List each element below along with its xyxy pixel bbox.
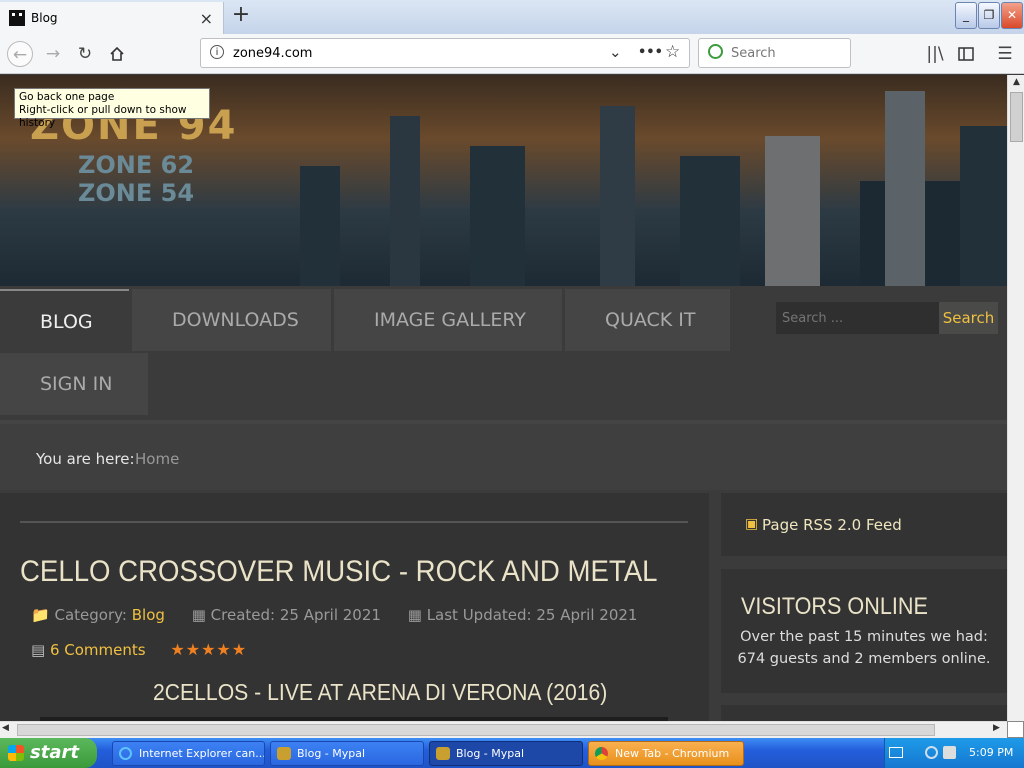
rss-link[interactable]: Page RSS 2.0 Feed — [762, 516, 902, 534]
updated-date: Last Updated: 25 April 2021 — [426, 606, 638, 624]
star-icon[interactable]: ★ — [216, 640, 231, 659]
site-search-button[interactable]: Search — [939, 302, 998, 334]
article-title[interactable]: CELLO CROSSOVER MUSIC - ROCK AND METAL — [20, 555, 657, 589]
reload-button[interactable]: ↻ — [72, 41, 98, 67]
horizontal-scroll-thumb[interactable] — [17, 724, 935, 736]
visitors-module: VISITORS ONLINE Over the past 15 minutes… — [721, 569, 1007, 693]
window-close-button[interactable]: ✕ — [1001, 2, 1023, 29]
sidebar-icon[interactable] — [953, 41, 979, 67]
site-search-input[interactable] — [776, 302, 939, 334]
web-page: ZONE 94 ZONE 62 ZONE 54 BLOG DOWNLOADS I… — [0, 75, 1007, 721]
article-subtitle: 2CELLOS - LIVE AT ARENA DI VERONA (2016) — [153, 679, 608, 705]
scroll-left-icon[interactable]: ◀ — [2, 723, 9, 733]
taskbar-item-label: Internet Explorer can... — [139, 747, 265, 760]
vertical-scroll-thumb[interactable] — [1010, 92, 1023, 142]
comments-link[interactable]: 6 Comments — [50, 641, 146, 659]
forward-button[interactable]: → — [40, 41, 66, 67]
rss-module: ▣ Page RSS 2.0 Feed — [721, 493, 1007, 556]
comments-row: ▤ 6 Comments ★★★★★ — [31, 640, 247, 659]
calendar-icon: ▦ — [191, 606, 206, 624]
home-icon — [110, 46, 124, 61]
star-icon[interactable]: ★ — [186, 640, 201, 659]
rating-stars[interactable]: ★★★★★ — [170, 640, 247, 659]
page-actions-icon[interactable]: ••• — [638, 45, 663, 60]
menu-item-quack-it[interactable]: QUACK IT — [565, 289, 730, 351]
article-area: CELLO CROSSOVER MUSIC - ROCK AND METAL 📁… — [0, 493, 709, 721]
mypal-icon — [436, 747, 450, 760]
menu-hamburger-icon[interactable]: ☰ — [992, 41, 1018, 67]
breadcrumb-home-link[interactable]: Home — [135, 450, 179, 468]
taskbar-item-label: New Tab - Chromium — [615, 747, 730, 760]
folder-icon: 📁 — [31, 606, 50, 624]
site-favicon-icon — [9, 10, 25, 26]
zone62-logo-text: ZONE 62 — [78, 151, 195, 179]
library-icon[interactable]: ||\ — [922, 41, 948, 67]
system-tray: 5:09 PM — [884, 738, 1024, 768]
menu-item-downloads[interactable]: DOWNLOADS — [132, 289, 331, 351]
network-icon[interactable] — [925, 746, 938, 759]
main-menu: BLOG DOWNLOADS IMAGE GALLERY QUACK IT SI… — [0, 286, 1007, 416]
menu-item-sign-in[interactable]: SIGN IN — [0, 353, 148, 415]
start-label: start — [30, 742, 79, 763]
tab-title: Blog — [31, 11, 58, 25]
start-button[interactable]: start — [0, 738, 97, 768]
article-divider — [20, 521, 688, 523]
chevron-down-icon[interactable]: ⌄ — [609, 43, 622, 61]
browser-search-placeholder: Search — [731, 46, 776, 61]
search-engine-icon — [708, 44, 723, 59]
category-label: Category: — [54, 606, 127, 624]
mypal-icon — [277, 747, 291, 760]
horizontal-scrollbar[interactable]: ◀ ▶ — [0, 721, 1007, 738]
sidebar-module — [721, 705, 1007, 721]
taskbar-item-label: Blog - Mypal — [297, 747, 366, 760]
comment-icon: ▤ — [31, 641, 46, 659]
taskbar-item-label: Blog - Mypal — [456, 747, 525, 760]
calendar-updated-icon: ▦ — [407, 606, 422, 624]
breadcrumb-prefix: You are here: — [36, 450, 135, 468]
info-icon[interactable]: i — [210, 45, 224, 59]
visitors-line2: 674 guests and 2 members online. — [737, 651, 991, 667]
clock: 5:09 PM — [969, 746, 1014, 759]
zone54-logo-text: ZONE 54 — [78, 179, 195, 207]
ie-icon — [119, 747, 132, 760]
browser-tab[interactable]: Blog × — [0, 2, 224, 34]
vertical-scrollbar[interactable]: ▲ — [1007, 75, 1024, 721]
menu-item-image-gallery[interactable]: IMAGE GALLERY — [334, 289, 562, 351]
chromium-icon — [595, 747, 608, 760]
star-icon[interactable]: ★ — [232, 640, 247, 659]
taskbar-item-mypal-1[interactable]: Blog - Mypal — [270, 741, 424, 766]
restore-button[interactable]: ❐ — [978, 2, 1000, 29]
browser-search-box[interactable]: Search — [698, 38, 851, 68]
created-date: Created: 25 April 2021 — [210, 606, 381, 624]
back-button[interactable]: ← — [7, 41, 33, 67]
tooltip-line2: Right-click or pull down to show history — [19, 104, 187, 129]
scroll-corner — [1007, 721, 1024, 738]
breadcrumb: You are here: Home — [0, 420, 1007, 490]
minimize-button[interactable]: _ — [955, 2, 977, 29]
article-meta: 📁 Category: Blog ▦ Created: 25 April 202… — [31, 606, 637, 624]
volume-icon[interactable] — [943, 746, 956, 759]
star-icon[interactable]: ★ — [170, 640, 185, 659]
rss-icon: ▣ — [745, 516, 759, 532]
close-tab-icon[interactable]: × — [200, 9, 213, 28]
scroll-up-icon[interactable]: ▲ — [1010, 77, 1023, 91]
scroll-right-icon[interactable]: ▶ — [993, 723, 1000, 733]
visitors-line1: Over the past 15 minutes we had: — [740, 629, 988, 645]
keyboard-icon[interactable] — [889, 747, 903, 758]
windows-logo-icon — [8, 745, 24, 761]
tooltip-line1: Go back one page — [19, 91, 115, 103]
star-icon[interactable]: ★ — [201, 640, 216, 659]
url-text: zone94.com — [233, 46, 313, 61]
taskbar-item-chromium[interactable]: New Tab - Chromium — [588, 741, 744, 766]
menu-item-blog[interactable]: BLOG — [0, 289, 129, 351]
bookmark-star-icon[interactable]: ☆ — [665, 42, 680, 62]
address-bar[interactable]: i zone94.com ⌄ ••• ☆ — [200, 38, 690, 68]
taskbar-item-ie[interactable]: Internet Explorer can... — [112, 741, 265, 766]
category-link[interactable]: Blog — [132, 606, 165, 624]
taskbar-item-mypal-2[interactable]: Blog - Mypal — [429, 741, 583, 766]
visitors-title: VISITORS ONLINE — [741, 593, 928, 620]
back-tooltip: Go back one page Right-click or pull dow… — [14, 88, 210, 129]
home-button[interactable] — [104, 41, 130, 67]
new-tab-button[interactable]: + — [230, 4, 252, 28]
